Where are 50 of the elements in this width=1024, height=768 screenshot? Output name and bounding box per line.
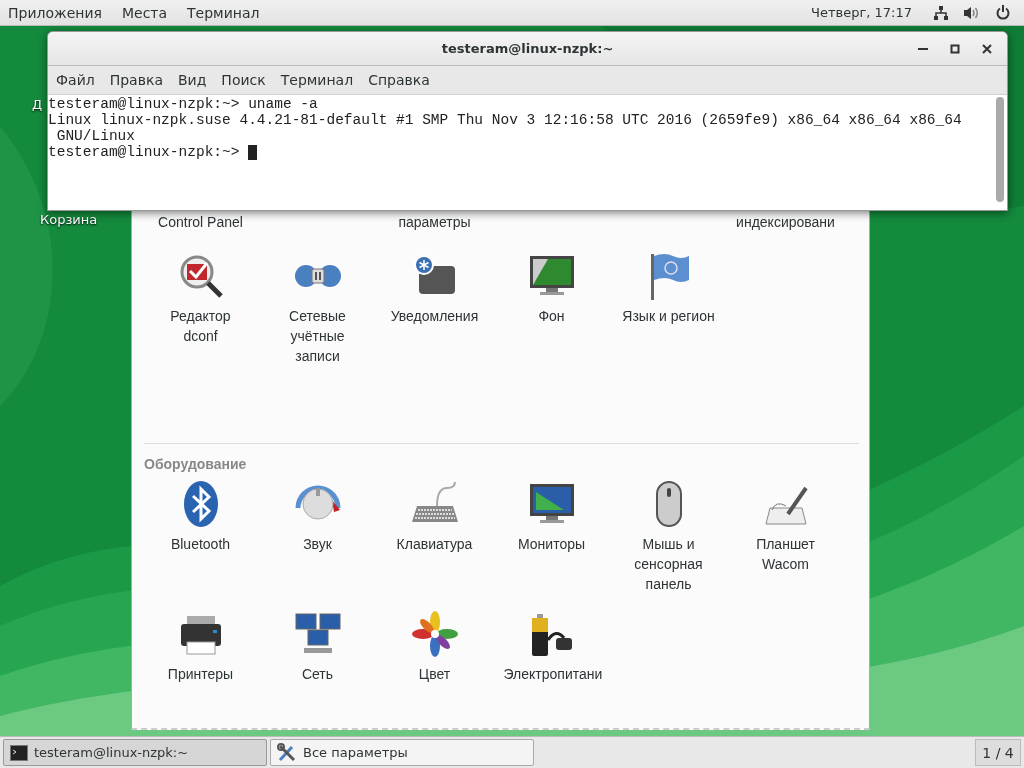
- settings-item[interactable]: Цвет: [376, 606, 493, 684]
- settings-item[interactable]: Сеть: [259, 606, 376, 684]
- taskbar-button[interactable]: testeram@linux-nzpk:~: [3, 739, 267, 766]
- menu-item[interactable]: Поиск: [221, 72, 266, 88]
- settings-item[interactable]: Уведомления: [376, 248, 493, 326]
- settings-item[interactable]: Электропитани: [493, 606, 610, 684]
- network-icon[interactable]: [934, 5, 948, 20]
- flower-icon: [410, 610, 459, 658]
- settings-item[interactable]: Планшет Wacom: [727, 476, 844, 574]
- settings-item[interactable]: Принтеры: [142, 606, 259, 684]
- terminal-icon: [10, 744, 28, 761]
- terminal-line: testeram@linux-nzpk:~> uname -a: [48, 96, 319, 112]
- settings-item[interactable]: Сетевые учётные записи: [259, 248, 376, 366]
- top-menu[interactable]: Места: [121, 4, 168, 21]
- menu-item[interactable]: Файл: [56, 72, 95, 88]
- settings-item[interactable]: Фон: [493, 248, 610, 326]
- top-menu[interactable]: Терминал: [187, 4, 260, 21]
- tools-icon: [277, 742, 297, 763]
- menu-item[interactable]: Правка: [109, 72, 163, 88]
- settings-item[interactable]: Bluetooth: [142, 476, 259, 554]
- terminal-line: Linux linux-nzpk.suse 4.4.21-81-default #1 SMP Thu Nov 3 12:16:58 UTC 2016 (2659fe9) x86_64 x86_64 x86_64: [48, 112, 963, 128]
- terminal-line: testeram@linux-nzpk:~>: [48, 144, 241, 160]
- settings-item[interactable]: Редактор dconf: [142, 248, 259, 346]
- scrollbar[interactable]: [996, 97, 1004, 202]
- taskbar-button[interactable]: Все параметры: [270, 739, 534, 766]
- top-menu[interactable]: Приложения: [8, 4, 102, 21]
- settings-item[interactable]: Мышь и сенсорная панель: [610, 476, 727, 594]
- menu-item[interactable]: Справка: [368, 72, 430, 88]
- settings-item-label[interactable]: индексировани: [736, 214, 835, 230]
- menu-item[interactable]: Вид: [177, 72, 207, 88]
- text-cursor: [248, 144, 258, 160]
- minimize-icon: [918, 48, 928, 50]
- settings-item-label[interactable]: Control Panel: [158, 214, 243, 230]
- power-icon[interactable]: [996, 5, 1010, 20]
- workspace-pager[interactable]: 1 / 4: [975, 739, 1021, 766]
- settings-item[interactable]: Звук: [259, 476, 376, 554]
- settings-item[interactable]: Мониторы: [493, 476, 610, 554]
- settings-item-label[interactable]: параметры: [398, 214, 471, 230]
- terminal-line: GNU/Linux: [55, 128, 136, 144]
- clock[interactable]: Четверг, 17:17: [811, 5, 912, 20]
- settings-item[interactable]: Клавиатура: [376, 476, 493, 554]
- section-title: Оборудование: [143, 455, 248, 474]
- desktop-icon-label[interactable]: Корзина: [40, 212, 98, 227]
- settings-item[interactable]: Язык и регион: [610, 248, 727, 326]
- window-title: testeram@linux-nzpk:~: [441, 41, 614, 56]
- close-icon: [982, 44, 992, 54]
- maximize-icon: [950, 44, 960, 54]
- desktop-icon-label[interactable]: Д: [32, 97, 43, 112]
- menu-item[interactable]: Терминал: [280, 72, 354, 88]
- volume-icon[interactable]: [964, 5, 980, 20]
